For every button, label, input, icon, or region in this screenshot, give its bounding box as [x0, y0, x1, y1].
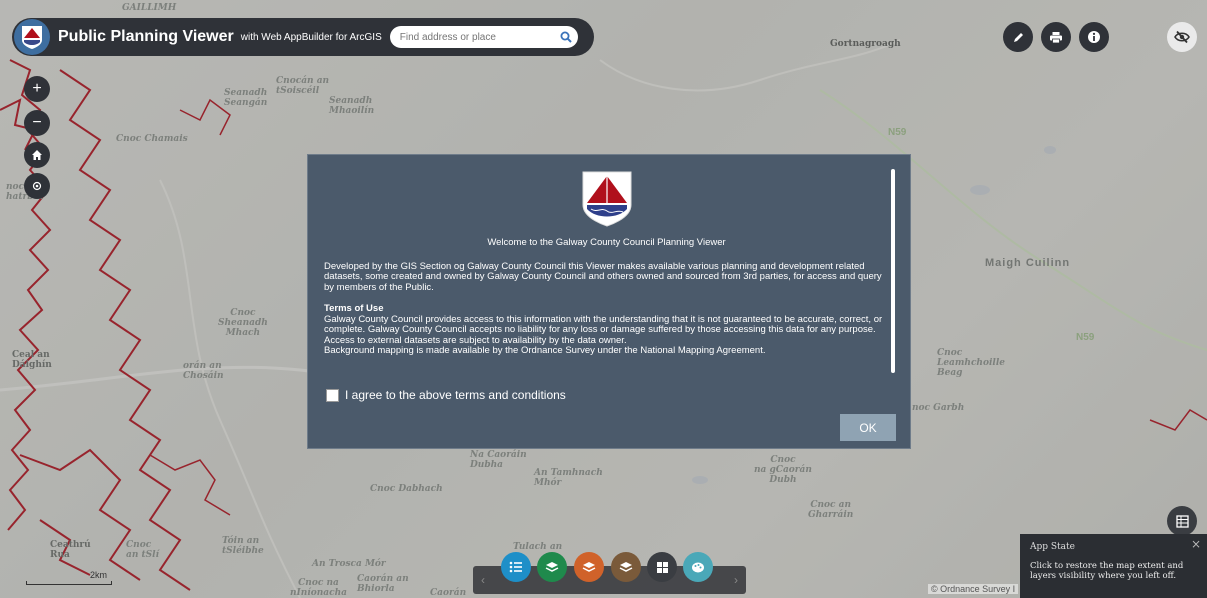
print-button[interactable]: [1041, 22, 1071, 52]
layers-icon: [619, 561, 633, 572]
basemap-gallery-widget-button[interactable]: [647, 552, 677, 582]
app-subtitle: with Web AppBuilder for ArcGIS: [240, 31, 382, 43]
list-icon: [509, 561, 522, 573]
pencil-icon: [1013, 32, 1023, 42]
table-icon: [1175, 514, 1189, 528]
eye-slash-icon: [1174, 30, 1190, 44]
toolbar-prev-button[interactable]: ‹: [475, 566, 491, 594]
terms-text: Galway County Council provides access to…: [324, 313, 883, 335]
search-icon: [560, 31, 572, 43]
app-title: Public Planning Viewer: [58, 28, 234, 45]
agree-checkbox[interactable]: [326, 388, 339, 402]
palette-icon: [692, 562, 704, 572]
close-icon[interactable]: ×: [1191, 537, 1201, 551]
terms-text: Background mapping is made available by …: [324, 345, 766, 356]
layer-list-widget-button[interactable]: [537, 552, 567, 582]
scale-label: 2km: [90, 570, 108, 580]
home-icon: [32, 150, 42, 160]
plus-icon: +: [32, 80, 42, 97]
app-state-panel[interactable]: App State × Click to restore the map ext…: [1020, 534, 1207, 598]
zoom-in-button[interactable]: +: [24, 76, 50, 102]
agree-label: I agree to the above terms and condition…: [345, 388, 566, 402]
agree-checkbox-row[interactable]: I agree to the above terms and condition…: [326, 388, 566, 402]
layers-icon: [582, 561, 596, 572]
app-state-title: App State: [1030, 542, 1075, 552]
draw-button[interactable]: [1003, 22, 1033, 52]
splash-content[interactable]: Welcome to the Galway County Council Pla…: [324, 171, 889, 386]
zoom-out-button[interactable]: −: [24, 110, 50, 136]
print-icon: [1050, 31, 1062, 43]
measure-widget-button[interactable]: [683, 552, 713, 582]
toolbar-next-button[interactable]: ›: [728, 566, 744, 594]
welcome-heading: Welcome to the Galway County Council Pla…: [487, 237, 726, 248]
council-crest-icon: [22, 26, 42, 49]
chevron-left-icon: ‹: [481, 573, 485, 587]
about-button[interactable]: [1079, 22, 1109, 52]
info-icon: [1088, 31, 1100, 43]
overlay-layers-widget-button[interactable]: [611, 552, 641, 582]
scale-line: [26, 581, 112, 585]
chevron-right-icon: ›: [734, 573, 738, 587]
locate-icon: [32, 181, 42, 191]
search-button[interactable]: [550, 25, 582, 49]
grid-icon: [656, 561, 668, 573]
minus-icon: −: [32, 114, 42, 131]
scrollbar-thumb[interactable]: [891, 169, 895, 373]
legend-widget-button[interactable]: [501, 552, 531, 582]
app-header: Public Planning Viewer with Web AppBuild…: [12, 18, 594, 56]
splash-scrollbar[interactable]: [891, 169, 897, 373]
home-button[interactable]: [24, 142, 50, 168]
attribute-table-button[interactable]: [1167, 506, 1197, 536]
toggle-visibility-button[interactable]: [1167, 22, 1197, 52]
app-state-text[interactable]: Click to restore the map extent and laye…: [1030, 561, 1200, 581]
terms-heading: Terms of Use: [324, 303, 384, 314]
layers-icon: [545, 561, 559, 572]
council-crest-logo: [582, 171, 631, 227]
attribution: © Ordnance Survey I: [928, 584, 1019, 594]
ok-button[interactable]: OK: [840, 414, 896, 441]
my-location-button[interactable]: [24, 173, 50, 199]
intro-text: Developed by the GIS Section og Galway C…: [324, 260, 882, 293]
council-logo: [14, 19, 50, 55]
splash-dialog: Welcome to the Galway County Council Pla…: [307, 154, 911, 449]
basemap-widget-button[interactable]: [574, 552, 604, 582]
